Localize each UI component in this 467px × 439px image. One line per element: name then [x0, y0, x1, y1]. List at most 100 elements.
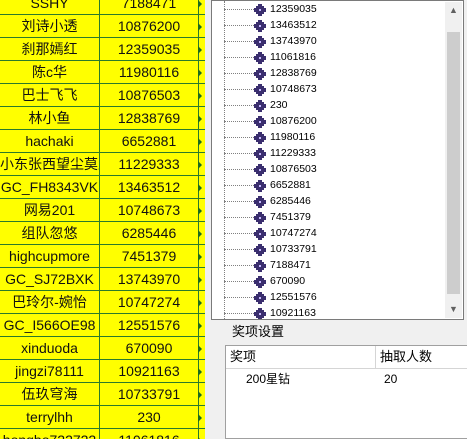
user-node-icon: [254, 211, 266, 224]
sheet-row[interactable]: hachaki 6652881: [0, 130, 205, 153]
tree-item[interactable]: 10876503: [212, 161, 442, 177]
sheet-cell-name[interactable]: jingzi78111: [0, 360, 100, 382]
scroll-down-arrow-icon[interactable]: ▼: [445, 301, 462, 318]
tree-item[interactable]: 6285446: [212, 193, 442, 209]
sheet-row[interactable]: 巴玲尔-婉怡 10747274: [0, 291, 205, 314]
sheet-cell-name[interactable]: 刹那嫣红: [0, 38, 100, 60]
sheet-cell-value[interactable]: 13743970: [100, 268, 199, 290]
sheet-cell-value[interactable]: 12551576: [100, 314, 199, 336]
sheet-cell-value[interactable]: 10921163: [100, 360, 199, 382]
tree-item[interactable]: 12838769: [212, 65, 442, 81]
sheet-cell-value[interactable]: 10748673: [100, 199, 199, 221]
sheet-cell-name[interactable]: hachaki: [0, 130, 100, 152]
sheet-row[interactable]: jingzi78111 10921163: [0, 360, 205, 383]
sheet-row[interactable]: 巴士飞飞 10876503: [0, 84, 205, 107]
sheet-cell-name[interactable]: 组队忽悠: [0, 222, 100, 244]
sheet-row[interactable]: 刹那嫣红 12359035: [0, 38, 205, 61]
sheet-row[interactable]: 刘诗小透 10876200: [0, 15, 205, 38]
sheet-cell-name[interactable]: terrylhh: [0, 406, 100, 428]
prize-table[interactable]: 奖项 抽取人数 200星钻 20: [225, 345, 467, 439]
sheet-cell-value[interactable]: 12838769: [100, 107, 199, 129]
sheet-cell-name[interactable]: GC_I566OE98: [0, 314, 100, 336]
tree-item[interactable]: 10876200: [212, 113, 442, 129]
sheet-row[interactable]: 网易201 10748673: [0, 199, 205, 222]
tree-item[interactable]: 7451379: [212, 209, 442, 225]
sheet-row[interactable]: 小东张西望尘莫及11229333: [0, 153, 205, 176]
sheet-cell-value[interactable]: 13463512: [100, 176, 199, 198]
tree-connector: [224, 249, 254, 250]
sheet-row[interactable]: highcupmore 7451379: [0, 245, 205, 268]
sheet-cell-name[interactable]: GC_SJ72BXK: [0, 268, 100, 290]
sheet-cell-name[interactable]: SSHY: [0, 0, 100, 14]
sheet-row[interactable]: 伍玖穹海 10733791: [0, 383, 205, 406]
id-tree-list[interactable]: 12359035 13463512 13743970 11061816 12838769…: [211, 0, 464, 320]
sheet-cell-name[interactable]: 伍玖穹海: [0, 383, 100, 405]
sheet-cell-name[interactable]: highcupmore: [0, 245, 100, 267]
scroll-thumb[interactable]: [447, 32, 460, 294]
sheet-cell-value[interactable]: 11980116: [100, 61, 199, 83]
sheet-cell-name[interactable]: hongbo722722: [0, 429, 100, 439]
user-node-icon: [254, 19, 266, 32]
sheet-row[interactable]: GC_FH8343VK 13463512: [0, 176, 205, 199]
tree-item-label: 12551576: [270, 291, 317, 303]
column-header-count[interactable]: 抽取人数: [376, 346, 467, 368]
sheet-cell-value[interactable]: 12359035: [100, 38, 199, 60]
sheet-row[interactable]: 组队忽悠 6285446: [0, 222, 205, 245]
sheet-cell-value[interactable]: 10747274: [100, 291, 199, 313]
sheet-row[interactable]: SSHY 7188471: [0, 0, 205, 15]
sheet-cell-value[interactable]: 11229333: [100, 153, 199, 175]
user-node-icon: [254, 227, 266, 240]
sheet-row[interactable]: 林小鱼 12838769: [0, 107, 205, 130]
tree-item[interactable]: 13743970: [212, 33, 442, 49]
tree-item[interactable]: 7188471: [212, 257, 442, 273]
tree-item[interactable]: 230: [212, 97, 442, 113]
scroll-up-arrow-icon[interactable]: ▲: [445, 2, 462, 19]
sheet-cell-value[interactable]: 11061816: [100, 429, 199, 439]
tree-connector: [224, 9, 254, 10]
tree-item[interactable]: 12359035: [212, 1, 442, 17]
tree-item[interactable]: 670090: [212, 273, 442, 289]
tree-connector: [224, 217, 254, 218]
sheet-cell-name[interactable]: 巴士飞飞: [0, 84, 100, 106]
sheet-cell-value[interactable]: 230: [100, 406, 199, 428]
sheet-row[interactable]: GC_SJ72BXK 13743970: [0, 268, 205, 291]
tree-item[interactable]: 13463512: [212, 17, 442, 33]
sheet-row[interactable]: xinduoda 670090: [0, 337, 205, 360]
tree-connector: [224, 233, 254, 234]
sheet-cell-name[interactable]: 刘诗小透: [0, 15, 100, 37]
sheet-cell-name[interactable]: 网易201: [0, 199, 100, 221]
sheet-cell-value[interactable]: 6652881: [100, 130, 199, 152]
sheet-cell-value[interactable]: 10733791: [100, 383, 199, 405]
cell-comment-marker-icon: [198, 184, 202, 192]
tree-item[interactable]: 10747274: [212, 225, 442, 241]
sheet-cell-value[interactable]: 7451379: [100, 245, 199, 267]
tree-item[interactable]: 10733791: [212, 241, 442, 257]
list-scrollbar[interactable]: ▲ ▼: [445, 2, 462, 318]
sheet-cell-name[interactable]: xinduoda: [0, 337, 100, 359]
sheet-cell-value[interactable]: 10876503: [100, 84, 199, 106]
sheet-cell-value[interactable]: 670090: [100, 337, 199, 359]
sheet-cell-name[interactable]: GC_FH8343VK: [0, 176, 100, 198]
user-node-icon: [254, 51, 266, 64]
sheet-cell-name[interactable]: 陈c华: [0, 61, 100, 83]
tree-item[interactable]: 6652881: [212, 177, 442, 193]
tree-item[interactable]: 11229333: [212, 145, 442, 161]
sheet-cell-value[interactable]: 7188471: [100, 0, 199, 14]
sheet-row[interactable]: GC_I566OE98 12551576: [0, 314, 205, 337]
tree-item[interactable]: 11980116: [212, 129, 442, 145]
sheet-row[interactable]: 陈c华 11980116: [0, 61, 205, 84]
tree-item[interactable]: 12551576: [212, 289, 442, 305]
sheet-cell-name[interactable]: 巴玲尔-婉怡: [0, 291, 100, 313]
sheet-row[interactable]: terrylhh 230: [0, 406, 205, 429]
sheet-cell-name[interactable]: 小东张西望尘莫及: [0, 153, 100, 175]
sheet-cell-value[interactable]: 10876200: [100, 15, 199, 37]
tree-item[interactable]: 10921163: [212, 305, 442, 319]
column-header-prize[interactable]: 奖项: [226, 346, 376, 368]
prize-cell[interactable]: 200星钻: [246, 370, 290, 388]
sheet-cell-name[interactable]: 林小鱼: [0, 107, 100, 129]
tree-item[interactable]: 11061816: [212, 49, 442, 65]
sheet-row[interactable]: hongbo72272211061816: [0, 429, 205, 439]
tree-item[interactable]: 10748673: [212, 81, 442, 97]
count-cell[interactable]: 20: [384, 370, 397, 388]
sheet-cell-value[interactable]: 6285446: [100, 222, 199, 244]
